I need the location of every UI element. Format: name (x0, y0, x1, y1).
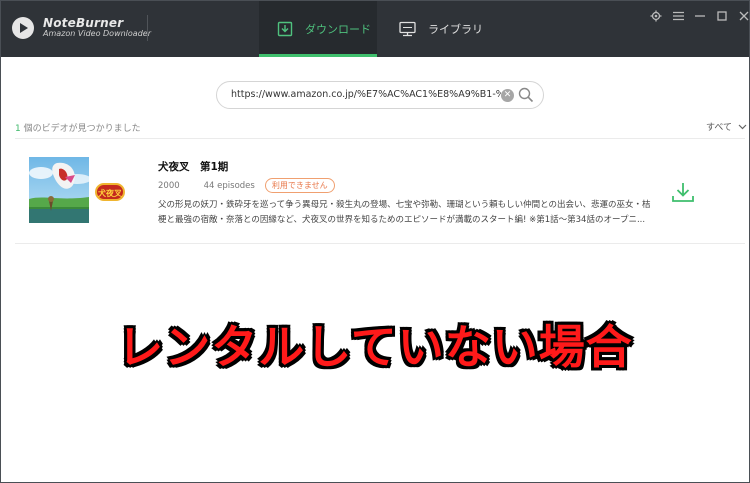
app-window: NoteBurner Amazon Video Downloader ダウンロー… (0, 0, 750, 483)
library-tab-icon (399, 21, 416, 37)
app-subtitle: Amazon Video Downloader (43, 29, 151, 39)
tab-library-label: ライブラリ (428, 23, 483, 36)
video-list-item: 犬夜叉 犬夜叉 第1期 2000 44 episodes 利用できません 父の形… (15, 143, 745, 243)
main-content: https://www.amazon.co.jp/%E7%AC%AC1%E8%A… (1, 57, 749, 482)
search-bar[interactable]: https://www.amazon.co.jp/%E7%AC%AC1%E8%A… (216, 81, 544, 109)
noteburner-logo-icon (12, 17, 34, 39)
video-year: 2000 (158, 180, 180, 191)
clear-icon[interactable]: ✕ (501, 89, 514, 102)
filter-dropdown[interactable]: すべて (706, 120, 747, 133)
gear-icon[interactable] (645, 9, 667, 23)
overlay-caption: レンタルしていない場合 (117, 320, 633, 374)
search-icon[interactable] (518, 87, 534, 103)
thumbnail-image (29, 157, 89, 223)
maximize-icon[interactable] (711, 9, 733, 23)
menu-icon[interactable] (667, 9, 689, 23)
minimize-icon[interactable] (689, 9, 711, 23)
title-divider (147, 15, 148, 41)
download-icon[interactable] (671, 181, 695, 203)
app-logo: NoteBurner Amazon Video Downloader (11, 11, 151, 45)
video-meta: 2000 44 episodes 利用できません (158, 178, 335, 193)
results-label: 個のビデオが見つかりました (20, 124, 141, 134)
title-bar: NoteBurner Amazon Video Downloader ダウンロー… (1, 1, 749, 57)
video-title: 犬夜叉 第1期 (158, 161, 229, 173)
tab-download[interactable]: ダウンロード (259, 1, 377, 57)
close-icon[interactable] (733, 9, 750, 23)
divider-bottom (15, 243, 745, 244)
tab-download-label: ダウンロード (305, 23, 371, 36)
video-thumbnail[interactable] (29, 157, 89, 223)
thumbnail-logo: 犬夜叉 (95, 183, 125, 201)
video-description: 父の形見の妖刀・鉄砕牙を巡って争う異母兄・殺生丸の登場、七宝や弥勒、珊瑚という頼… (158, 200, 651, 225)
results-count-text: 1 個のビデオが見つかりました (15, 121, 141, 134)
filter-label: すべて (706, 123, 733, 133)
tab-library[interactable]: ライブラリ (385, 1, 495, 57)
video-episodes: 44 episodes (203, 180, 255, 191)
divider-top (15, 138, 745, 139)
search-input[interactable]: https://www.amazon.co.jp/%E7%AC%AC1%E8%A… (231, 89, 501, 100)
status-badge: 利用できません (264, 178, 335, 193)
window-controls (645, 9, 750, 23)
brand: NoteBurner Amazon Video Downloader (43, 16, 151, 39)
download-tab-icon (277, 21, 293, 37)
chevron-down-icon (738, 124, 747, 129)
